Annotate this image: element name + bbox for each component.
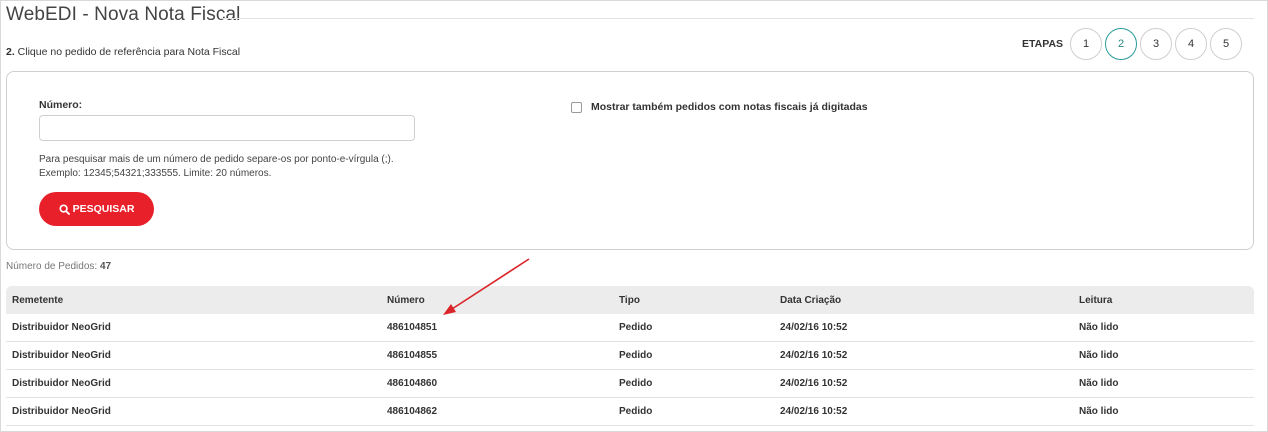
row-sender: Distribuidor NeoGrid — [12, 350, 111, 361]
row-type: Pedido — [619, 322, 653, 333]
help-line-2: Exemplo: 12345;54321;333555. Limite: 20 … — [39, 168, 272, 179]
row-number[interactable]: 486104862 — [387, 398, 437, 425]
page-title: WebEDI - Nova Nota Fiscal — [6, 4, 241, 25]
number-input[interactable] — [39, 115, 415, 141]
search-button[interactable]: PESQUISAR — [39, 192, 154, 226]
table-row[interactable]: Distribuidor NeoGrid 486104855 Pedido 24… — [6, 342, 1254, 370]
show-invoiced-checkbox[interactable] — [571, 101, 582, 113]
row-read-status: Não lido — [1079, 406, 1119, 417]
table-row[interactable]: Distribuidor NeoGrid 486104851 Pedido 24… — [6, 314, 1254, 342]
search-panel: Número: Para pesquisar mais de um número… — [6, 71, 1254, 250]
row-sender: Distribuidor NeoGrid — [12, 378, 111, 389]
row-read-status: Não lido — [1079, 350, 1119, 361]
step-4[interactable]: 4 — [1175, 28, 1207, 60]
instruction: 2. Clique no pedido de referência para N… — [6, 46, 240, 58]
number-label: Número: — [39, 99, 83, 111]
table-row[interactable]: Distribuidor NeoGrid 486104860 Pedido 24… — [6, 370, 1254, 398]
help-line-1: Para pesquisar mais de um número de pedi… — [39, 154, 394, 165]
row-number[interactable]: 486104860 — [387, 370, 437, 397]
order-count-label: Número de Pedidos: — [6, 261, 98, 272]
row-created-date: 24/02/16 10:52 — [780, 378, 848, 389]
row-type: Pedido — [619, 350, 653, 361]
search-help: Para pesquisar mais de um número de pedi… — [39, 153, 394, 181]
header-type[interactable]: Tipo — [619, 286, 640, 314]
step-1[interactable]: 1 — [1070, 28, 1102, 60]
table-row[interactable]: Distribuidor NeoGrid 486104862 Pedido 24… — [6, 398, 1254, 426]
table-header: Remetente Número Tipo Data Criação Leitu… — [6, 286, 1254, 314]
step-2-active[interactable]: 2 — [1105, 28, 1137, 60]
title-divider — [220, 18, 1254, 19]
show-invoiced-option: Mostrar também pedidos com notas fiscais… — [571, 101, 868, 113]
step-3[interactable]: 3 — [1140, 28, 1172, 60]
row-read-status: Não lido — [1079, 322, 1119, 333]
header-created-date[interactable]: Data Criação — [780, 286, 841, 314]
row-created-date: 24/02/16 10:52 — [780, 406, 848, 417]
instruction-text: Clique no pedido de referência para Nota… — [14, 46, 241, 58]
orders-table: Remetente Número Tipo Data Criação Leitu… — [6, 286, 1254, 426]
row-number[interactable]: 486104851 — [387, 314, 437, 341]
row-read-status: Não lido — [1079, 378, 1119, 389]
header-number[interactable]: Número — [387, 286, 425, 314]
header-read-status[interactable]: Leitura — [1079, 286, 1112, 314]
header-sender[interactable]: Remetente — [12, 286, 63, 314]
step-5[interactable]: 5 — [1210, 28, 1242, 60]
row-type: Pedido — [619, 378, 653, 389]
instruction-step: 2. — [6, 46, 15, 58]
steps-label: ETAPAS — [1022, 38, 1064, 50]
search-icon — [59, 203, 70, 215]
row-sender: Distribuidor NeoGrid — [12, 322, 111, 333]
search-button-label: PESQUISAR — [72, 203, 135, 215]
row-type: Pedido — [619, 406, 653, 417]
order-count-value: 47 — [99, 261, 112, 272]
row-number[interactable]: 486104855 — [387, 342, 437, 369]
row-created-date: 24/02/16 10:52 — [780, 322, 848, 333]
row-created-date: 24/02/16 10:52 — [780, 350, 848, 361]
order-count: Número de Pedidos: 47 — [6, 261, 111, 272]
show-invoiced-label[interactable]: Mostrar também pedidos com notas fiscais… — [591, 101, 868, 113]
row-sender: Distribuidor NeoGrid — [12, 406, 111, 417]
